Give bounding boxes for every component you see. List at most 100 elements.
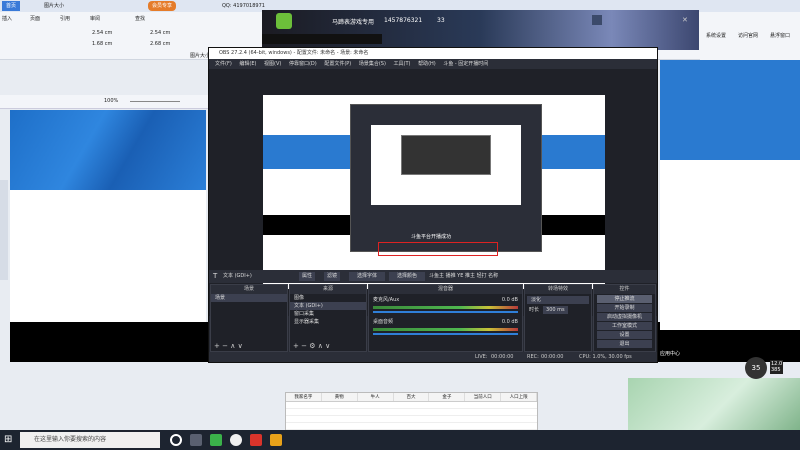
selected-source-box[interactable] bbox=[378, 242, 498, 256]
margin-top-field[interactable]: 2.54 cm bbox=[92, 30, 112, 36]
download-speed: 385 bbox=[771, 367, 781, 373]
streamer-toolbar bbox=[262, 34, 382, 44]
sheet-header-cell: 黄物 bbox=[322, 393, 358, 401]
remove-scene-icon[interactable]: − bbox=[222, 342, 228, 350]
task-view-icon[interactable] bbox=[190, 434, 202, 446]
volume-slider[interactable] bbox=[373, 311, 518, 313]
start-recording-button[interactable]: 开始录制 bbox=[597, 304, 652, 312]
menu-scene-collection[interactable]: 场景集合(S) bbox=[359, 59, 386, 69]
live-time: 00:00:00 bbox=[491, 354, 514, 360]
margin-left-field[interactable]: 1.68 cm bbox=[92, 41, 112, 47]
wps-icon[interactable] bbox=[250, 434, 262, 446]
menu-help[interactable]: 帮助(H) bbox=[418, 59, 436, 69]
menu-douyu[interactable]: 斗鱼 - 固定开播时间 bbox=[443, 59, 488, 69]
right-icon-toolbar: 系统设置 访问官网 悬浮窗口 bbox=[700, 12, 800, 60]
move-down-icon[interactable]: ∨ bbox=[325, 342, 330, 350]
app-center-label[interactable]: 应用中心 bbox=[660, 350, 680, 357]
transitions-header: 转场特效 bbox=[525, 285, 591, 294]
wechat-icon[interactable] bbox=[210, 434, 222, 446]
home-icon[interactable] bbox=[276, 13, 292, 29]
close-icon[interactable]: ✕ bbox=[682, 16, 688, 24]
windows-start-icon[interactable]: ⊞ bbox=[4, 434, 12, 445]
select-font-button[interactable]: 选择字体 bbox=[349, 272, 385, 281]
source-item[interactable]: 显示器采集 bbox=[290, 318, 366, 326]
streamer-app-titlebar: 马蹄表游戏专用 1457876321 33 ✕ bbox=[262, 10, 699, 34]
track-name: 桌面音频 bbox=[373, 319, 394, 325]
volume-slider[interactable] bbox=[373, 333, 518, 335]
zoom-level[interactable]: 100% bbox=[104, 98, 118, 104]
obs-icon[interactable] bbox=[230, 434, 242, 446]
wps-ruler: 100% bbox=[0, 95, 210, 109]
exit-button[interactable]: 退出 bbox=[597, 340, 652, 348]
right-white-area bbox=[660, 160, 800, 330]
menu-view[interactable]: 视图(V) bbox=[264, 59, 281, 69]
preview-canvas[interactable]: 斗鱼平台开播成功 bbox=[263, 95, 605, 289]
tab-insert[interactable]: 插入 bbox=[2, 15, 12, 22]
float-window-button[interactable]: 悬浮窗口 bbox=[770, 32, 790, 39]
remove-source-icon[interactable]: − bbox=[301, 342, 307, 350]
start-virtual-camera-button[interactable]: 启动虚拟摄像机 bbox=[597, 313, 652, 321]
floating-counter-bubble[interactable]: 35 bbox=[745, 357, 767, 379]
sources-header: 来源 bbox=[290, 285, 366, 294]
wps-member-badge[interactable]: 会员专享 bbox=[148, 1, 177, 11]
margin-right-field[interactable]: 2.68 cm bbox=[150, 41, 170, 47]
tab-review[interactable]: 审阅 bbox=[90, 15, 100, 22]
filters-button[interactable]: 滤镜 bbox=[324, 272, 341, 281]
source-item[interactable]: 图像 bbox=[290, 294, 366, 302]
menu-profile[interactable]: 配置文件(P) bbox=[324, 59, 351, 69]
table-row[interactable] bbox=[286, 416, 537, 423]
sheet-header-cell: 人口上限 bbox=[501, 393, 538, 401]
add-scene-icon[interactable]: + bbox=[214, 342, 220, 350]
table-row[interactable] bbox=[286, 409, 537, 416]
home-nav-icon[interactable] bbox=[592, 15, 602, 25]
gear-icon[interactable]: ⚙ bbox=[309, 342, 315, 350]
document-banner-image bbox=[10, 110, 206, 190]
zoom-slider[interactable] bbox=[130, 101, 180, 102]
tab-reference[interactable]: 引用 bbox=[60, 15, 70, 22]
visit-website-button[interactable]: 访问官网 bbox=[738, 32, 758, 39]
left-side-strip bbox=[0, 180, 8, 280]
app-icon[interactable] bbox=[270, 434, 282, 446]
search-label[interactable]: 查找 bbox=[135, 15, 145, 22]
properties-button[interactable]: 属性 bbox=[299, 272, 316, 281]
image-size-label[interactable]: 图片大小 bbox=[190, 52, 210, 59]
sheet-header-cell: 我家名字 bbox=[286, 393, 322, 401]
sheet-header-cell: 百大 bbox=[394, 393, 430, 401]
margin-bottom-field[interactable]: 2.54 cm bbox=[150, 30, 170, 36]
streamer-title: 马蹄表游戏专用 bbox=[332, 19, 375, 26]
live-label: LIVE: bbox=[475, 354, 488, 360]
scene-item[interactable]: 场景 bbox=[211, 294, 287, 302]
sources-dock: 来源 图像 文本 (GDI+) 窗口采集 显示器采集 + − ⚙ ∧ ∨ bbox=[289, 284, 367, 352]
menu-edit[interactable]: 编辑(E) bbox=[239, 59, 256, 69]
menu-docks[interactable]: 停靠窗口(D) bbox=[289, 59, 317, 69]
mixer-header: 混音器 bbox=[369, 285, 522, 294]
table-row[interactable] bbox=[286, 423, 537, 430]
menu-tools[interactable]: 工具(T) bbox=[394, 59, 411, 69]
nested-obs-preview: 斗鱼平台开播成功 bbox=[350, 104, 542, 252]
move-up-icon[interactable]: ∧ bbox=[318, 342, 323, 350]
table-row[interactable] bbox=[286, 402, 537, 409]
menu-file[interactable]: 文件(F) bbox=[215, 59, 232, 69]
transition-select[interactable]: 淡化 bbox=[527, 296, 589, 304]
duration-input[interactable]: 300 ms bbox=[543, 306, 568, 314]
cortana-icon[interactable] bbox=[170, 434, 182, 446]
studio-mode-button[interactable]: 工作室模式 bbox=[597, 322, 652, 330]
system-settings-button[interactable]: 系统设置 bbox=[706, 32, 726, 39]
wps-tab-doc[interactable]: 图片大小 bbox=[40, 1, 68, 11]
move-down-icon[interactable]: ∨ bbox=[238, 342, 243, 350]
right-banner-image bbox=[660, 60, 800, 160]
source-item[interactable]: 窗口采集 bbox=[290, 310, 366, 318]
controls-dock: 控件 停止推流 开始录制 启动虚拟摄像机 工作室模式 设置 退出 bbox=[593, 284, 656, 352]
taskbar-search-input[interactable]: 在这里输入你要搜索的内容 bbox=[20, 432, 160, 448]
select-color-button[interactable]: 选择颜色 bbox=[389, 272, 425, 281]
move-up-icon[interactable]: ∧ bbox=[230, 342, 235, 350]
add-source-icon[interactable]: + bbox=[293, 342, 299, 350]
tab-page[interactable]: 页面 bbox=[30, 15, 40, 22]
controls-header: 控件 bbox=[594, 285, 655, 294]
source-item[interactable]: 文本 (GDI+) bbox=[290, 302, 366, 310]
stop-stream-button[interactable]: 停止推流 bbox=[597, 295, 652, 303]
source-toolbar: T 文本 (GDI+) 属性 滤镜 选择字体 选择颜色 斗鱼主 播推 YE 推主… bbox=[209, 270, 657, 283]
settings-button[interactable]: 设置 bbox=[597, 331, 652, 339]
fans-count: 33 bbox=[437, 17, 445, 24]
wps-tab-home[interactable]: 首页 bbox=[2, 1, 21, 11]
